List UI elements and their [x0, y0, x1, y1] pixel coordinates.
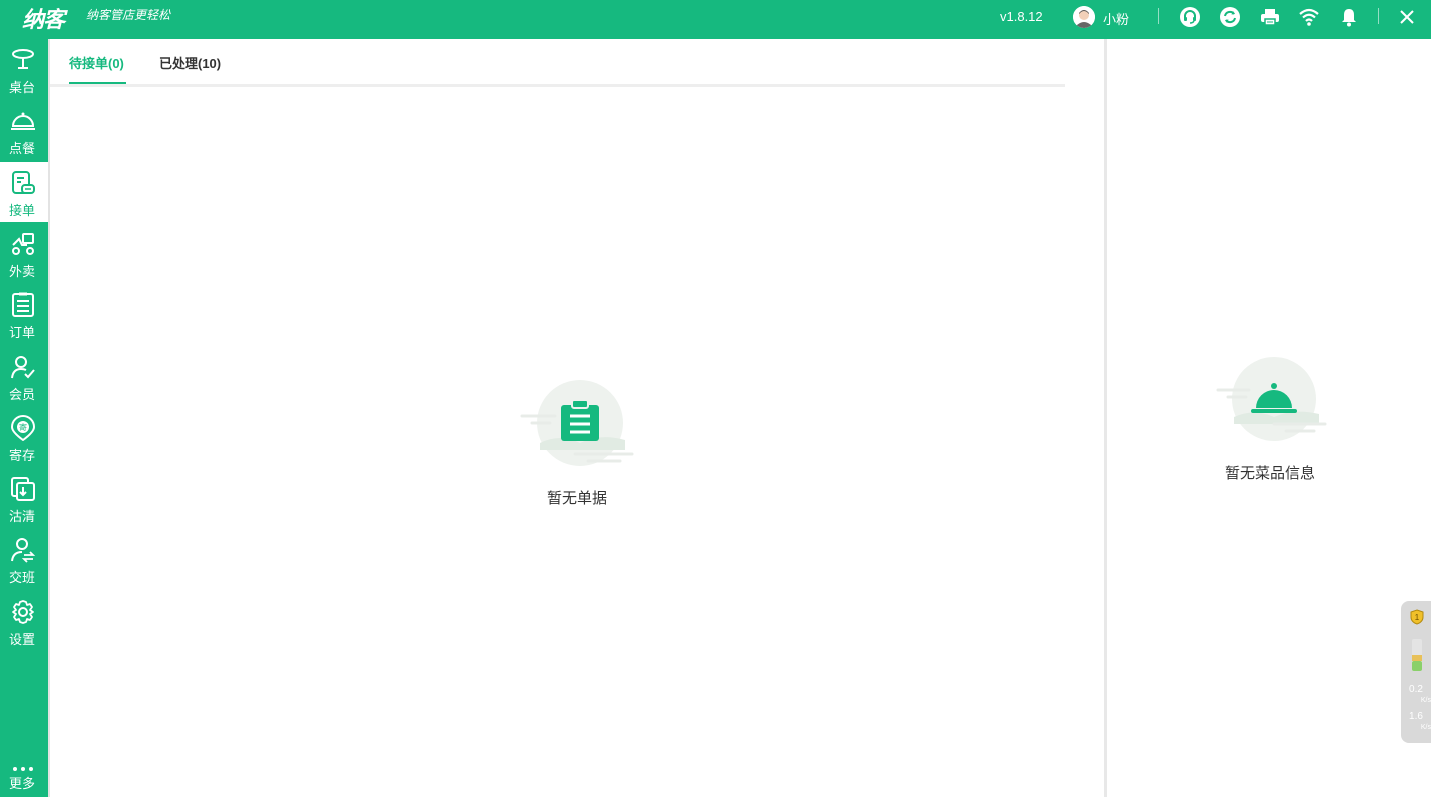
wifi-icon[interactable]: [1298, 6, 1320, 28]
empty-orders-illustration: [520, 378, 635, 473]
order-tabs: 待接单(0) 已处理(10): [50, 39, 1065, 87]
sidebar-item-members[interactable]: 会员: [0, 346, 48, 406]
sidebar-item-label: 寄存: [8, 449, 35, 464]
download-unit: K/s: [1420, 724, 1431, 731]
panel-divider: [1104, 39, 1107, 797]
sidebar-item-shift[interactable]: 交班: [0, 529, 48, 589]
sync-icon[interactable]: [1219, 6, 1241, 28]
memory-usage-icon: [1412, 639, 1422, 671]
more-dots-icon: [13, 767, 33, 771]
sidebar-item-table[interactable]: 桌台: [0, 39, 48, 99]
gear-icon: [12, 600, 34, 624]
sidebar-item-label: 更多: [8, 777, 35, 792]
sidebar-item-label: 点餐: [8, 142, 35, 157]
app-logo: 纳客: [22, 8, 65, 33]
sidebar-item-receive-order[interactable]: 接单: [0, 162, 48, 222]
sidebar-item-label: 外卖: [8, 265, 35, 280]
sidebar-item-label: 设置: [8, 633, 35, 648]
soldout-icon: [11, 477, 35, 501]
user-avatar[interactable]: [1073, 6, 1095, 28]
top-bar: 纳客 纳客管店更轻松 v1.8.12 小粉: [0, 0, 1431, 39]
network-monitor-widget[interactable]: 1 0.2 K/s 1.6 K/s: [1401, 601, 1431, 743]
tab-baseline: [50, 84, 1065, 87]
clipboard-empty-icon: [520, 380, 634, 466]
topbar-separator: [1378, 8, 1379, 24]
sidebar-divider: [48, 39, 50, 797]
bell-icon[interactable]: [1338, 6, 1360, 28]
cloche-empty-icon: [1216, 357, 1327, 441]
download-speed: 1.6: [1409, 711, 1423, 722]
sidebar-item-label: 交班: [8, 571, 35, 586]
app-version: v1.8.12: [1000, 9, 1043, 24]
upload-unit: K/s: [1420, 697, 1431, 704]
cloche-icon: [11, 112, 35, 130]
sidebar-item-label: 桌台: [8, 81, 35, 96]
tab-active-indicator: [69, 82, 126, 84]
tab-pending[interactable]: 待接单(0): [69, 53, 124, 72]
sidebar-item-label: 接单: [8, 204, 35, 219]
close-icon[interactable]: [1396, 6, 1418, 28]
avatar-icon: [1073, 6, 1095, 28]
svg-text:寄: 寄: [19, 422, 27, 432]
app-slogan: 纳客管店更轻松: [86, 8, 171, 22]
empty-dishes-text: 暂无菜品信息: [1224, 464, 1315, 482]
receive-order-icon: [12, 171, 35, 194]
sidebar-item-label: 订单: [8, 326, 35, 341]
shift-handover-icon: [11, 538, 36, 563]
sidebar-item-more[interactable]: 更多: [0, 737, 48, 797]
sidebar-item-label: 沽清: [8, 510, 35, 525]
member-icon: [11, 356, 35, 379]
table-icon: [12, 49, 34, 69]
upload-speed: 0.2: [1409, 684, 1423, 695]
headset-icon[interactable]: [1179, 6, 1201, 28]
empty-dishes-illustration: [1214, 352, 1329, 447]
sidebar-item-order-food[interactable]: 点餐: [0, 100, 48, 160]
empty-orders-text: 暂无单据: [546, 489, 607, 507]
order-list-icon: [12, 292, 34, 317]
username[interactable]: 小粉: [1103, 9, 1129, 28]
sidebar-item-deposit[interactable]: 寄 寄存: [0, 407, 48, 467]
sidebar-item-soldout[interactable]: 沽清: [0, 468, 48, 528]
sidebar-item-delivery[interactable]: 外卖: [0, 223, 48, 283]
sidebar-item-settings[interactable]: 设置: [0, 591, 48, 651]
shield-icon: 1: [1410, 609, 1424, 625]
sidebar-item-orders[interactable]: 订单: [0, 284, 48, 344]
deposit-icon: 寄: [10, 415, 36, 441]
svg-text:1: 1: [1415, 613, 1420, 622]
topbar-separator: [1158, 8, 1159, 24]
delivery-icon: [12, 233, 34, 255]
tab-processed[interactable]: 已处理(10): [159, 53, 221, 72]
printer-icon[interactable]: [1259, 6, 1281, 28]
sidebar: 桌台 点餐 接单 外卖 订单 会员 寄 寄存 沽清 交班 设置 更多: [0, 39, 48, 797]
sidebar-item-label: 会员: [8, 388, 35, 403]
